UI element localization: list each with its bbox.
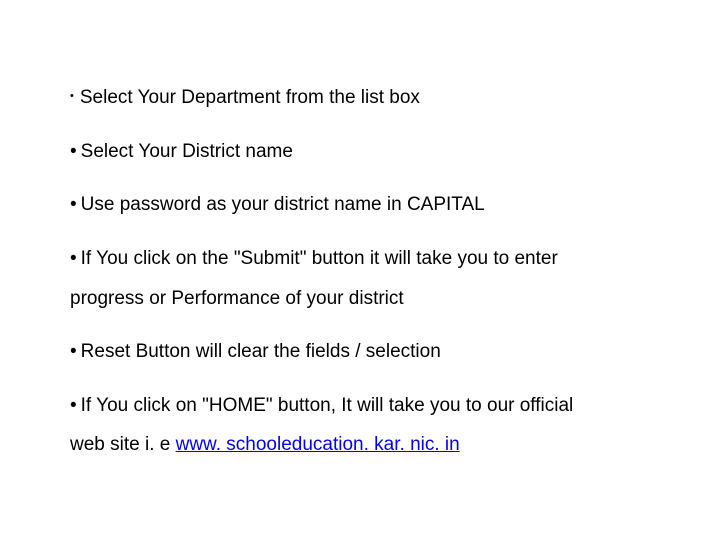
instruction-list: • Select Your Department from the list bo… bbox=[70, 85, 650, 458]
website-link[interactable]: www. schooleducation. kar. nic. in bbox=[176, 434, 460, 455]
bullet-icon: • bbox=[70, 192, 77, 218]
bullet-icon: • bbox=[70, 89, 74, 104]
item-text: If You click on the "Submit" button it w… bbox=[81, 248, 558, 269]
bullet-icon: • bbox=[70, 246, 77, 272]
list-item: •Reset Button will clear the fields / se… bbox=[70, 339, 650, 365]
list-item: • Select Your Department from the list bo… bbox=[70, 85, 650, 111]
item-text: If You click on "HOME" button, It will t… bbox=[81, 395, 574, 416]
bullet-icon: • bbox=[70, 393, 77, 419]
item-text: Select Your District name bbox=[81, 141, 293, 162]
bullet-icon: • bbox=[70, 339, 77, 365]
list-item: •Use password as your district name in C… bbox=[70, 192, 650, 218]
item-continuation: web site i. e www. schooleducation. kar.… bbox=[70, 432, 650, 458]
list-item: •Select Your District name bbox=[70, 139, 650, 165]
item-text: progress or Performance of your district bbox=[70, 288, 404, 309]
bullet-icon: • bbox=[70, 139, 77, 165]
item-text-prefix: web site i. e bbox=[70, 434, 176, 455]
list-item: •If You click on "HOME" button, It will … bbox=[70, 393, 650, 419]
item-text: Select Your Department from the list box bbox=[80, 87, 420, 108]
item-text: Reset Button will clear the fields / sel… bbox=[81, 341, 441, 362]
item-text: Use password as your district name in CA… bbox=[81, 194, 485, 215]
list-item: •If You click on the "Submit" button it … bbox=[70, 246, 650, 272]
item-continuation: progress or Performance of your district bbox=[70, 286, 650, 312]
